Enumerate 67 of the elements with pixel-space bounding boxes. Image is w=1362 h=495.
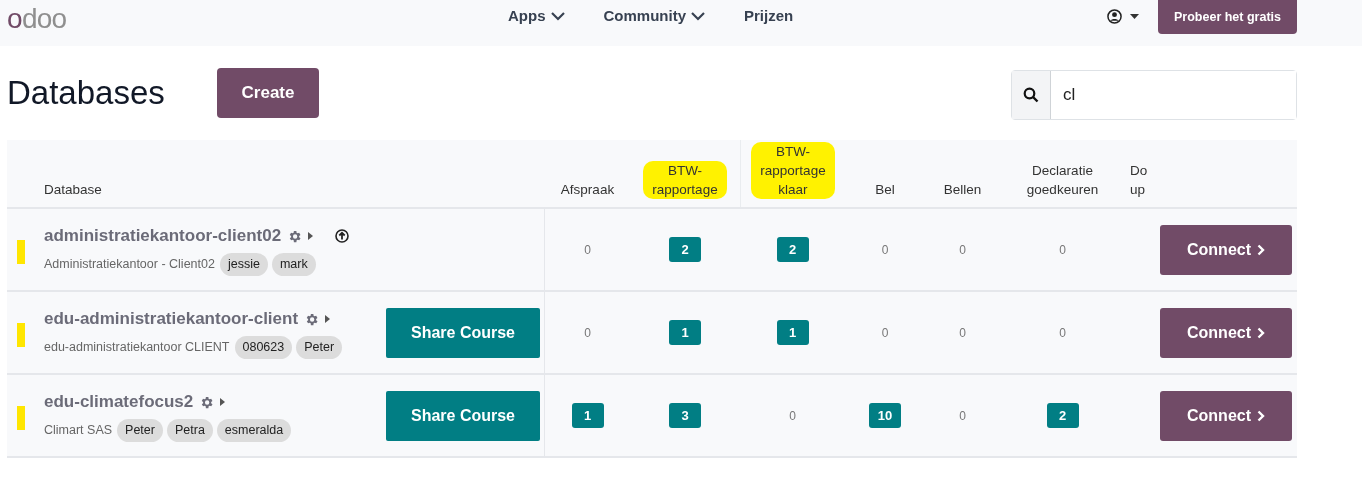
database-name[interactable]: edu-climatefocus2 — [44, 389, 194, 415]
count-badge: 3 — [669, 403, 701, 428]
user-icon[interactable] — [1107, 9, 1122, 24]
count-badge: 2 — [669, 237, 701, 262]
count-badge: 1 — [776, 320, 809, 345]
caret-icon[interactable] — [1130, 14, 1139, 19]
connect-button[interactable]: Connect — [1160, 307, 1292, 358]
count-badge: 1 — [669, 320, 701, 345]
share-course-button[interactable]: Share Course — [386, 390, 540, 441]
count-value: 0 — [584, 241, 591, 259]
try-free-button[interactable]: Probeer het gratis — [1158, 0, 1297, 34]
user-tag: mark — [271, 252, 316, 276]
nav-link[interactable]: Prijzen — [744, 4, 794, 28]
company-name: edu-administratiekantoor CLIENT — [44, 338, 230, 356]
column-header: Do up — [1130, 162, 1149, 199]
gear-icon — [287, 228, 303, 244]
odoo-logo[interactable]: odoo — [7, 5, 67, 33]
connect-button[interactable]: Connect — [1160, 390, 1292, 441]
count-value: 0 — [584, 324, 591, 342]
page-title: Databases — [7, 73, 166, 114]
count-badge: 10 — [869, 403, 901, 428]
user-tag: Peter — [296, 335, 343, 359]
column-header: Declaratie goedkeuren — [1025, 162, 1100, 199]
count-badge: 1 — [571, 403, 604, 428]
gear-icon — [304, 311, 320, 327]
search-field[interactable]: cl — [1011, 70, 1297, 120]
create-button[interactable]: Create — [217, 68, 319, 118]
count-value: 0 — [959, 241, 966, 259]
caret-right-icon[interactable] — [325, 315, 331, 324]
count-value: 0 — [881, 241, 889, 259]
gear-icon — [199, 394, 215, 410]
database-name[interactable]: administratiekantoor-client02 — [44, 223, 282, 249]
chevron-right-icon — [1257, 409, 1265, 422]
user-tag: Peter — [117, 418, 163, 442]
upload-icon[interactable] — [335, 229, 350, 244]
column-header: Bellen — [943, 181, 982, 199]
count-value: 0 — [959, 324, 966, 342]
caret-right-icon[interactable] — [220, 398, 226, 407]
caret-right-icon[interactable] — [308, 232, 314, 241]
database-name[interactable]: edu-administratiekantoor-client — [44, 306, 299, 332]
company-name: Administratiekantoor - Client02 — [44, 255, 215, 273]
column-header: Afspraak — [560, 181, 615, 199]
user-tag: 080623 — [234, 335, 293, 359]
column-header: BTW-rapportage klaar — [751, 142, 835, 199]
nav-link[interactable]: Community — [603, 4, 706, 28]
chevron-down-icon — [690, 11, 706, 21]
count-value: 0 — [881, 324, 889, 342]
chevron-down-icon — [549, 11, 566, 21]
column-header: Database — [44, 181, 102, 199]
user-tag: jessie — [219, 252, 268, 276]
count-value: 0 — [789, 407, 796, 425]
chevron-right-icon — [1257, 326, 1265, 339]
column-header: Bel — [875, 181, 895, 199]
count-value: 0 — [1059, 241, 1066, 259]
count-value: 0 — [1059, 324, 1066, 342]
user-tag: Petra — [166, 418, 213, 442]
search-icon — [1023, 87, 1039, 103]
count-badge: 2 — [776, 237, 809, 262]
share-course-button[interactable]: Share Course — [386, 307, 540, 358]
count-badge: 2 — [1046, 403, 1079, 428]
chevron-right-icon — [1257, 243, 1265, 256]
count-value: 0 — [959, 407, 966, 425]
user-tag: esmeralda — [216, 418, 292, 442]
connect-button[interactable]: Connect — [1160, 224, 1292, 275]
column-header: BTW-rapportage — [643, 161, 727, 199]
nav-link[interactable]: Apps — [508, 4, 566, 28]
company-name: Climart SAS — [44, 421, 113, 439]
